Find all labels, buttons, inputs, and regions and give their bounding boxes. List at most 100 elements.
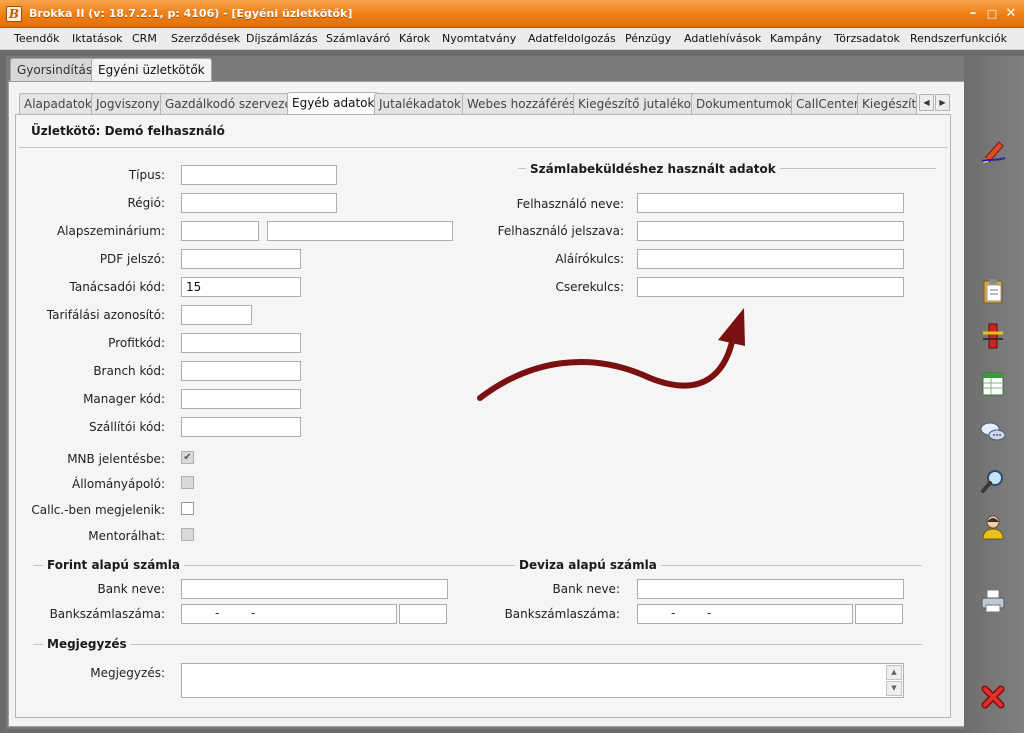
pdf-jelszo-input[interactable]: [181, 249, 301, 269]
label-alapszeminarium: Alapszeminárium:: [56, 224, 165, 238]
menu-torzsadatok[interactable]: Törzsadatok: [834, 32, 900, 45]
megjegyzes-textarea[interactable]: [181, 663, 904, 698]
menu-adatfeldolgozas[interactable]: Adatfeldolgozás: [528, 32, 616, 45]
tipus-input[interactable]: [181, 165, 337, 185]
forint-account-suffix-input[interactable]: [399, 604, 447, 624]
menu-dijszamlazas[interactable]: Díjszámlázás: [246, 32, 318, 45]
cserekulcs-input[interactable]: [637, 277, 904, 297]
forint-account-dash-2: -: [251, 606, 256, 620]
maximize-button[interactable]: □: [984, 6, 1000, 22]
menu-nyomtatvany[interactable]: Nyomtatvány: [442, 32, 516, 45]
menu-adatlehivasok[interactable]: Adatlehívások: [684, 32, 761, 45]
menu-penzugy[interactable]: Pénzügy: [625, 32, 671, 45]
label-tanacsadoi-kod: Tanácsadói kód:: [69, 280, 166, 294]
menu-szerzodesek[interactable]: Szerződések: [171, 32, 240, 45]
felhasznalo-neve-input[interactable]: [637, 193, 904, 213]
label-forint-account: Bankszámlaszáma:: [49, 607, 165, 621]
label-deviza-account: Bankszámlaszáma:: [504, 607, 620, 621]
chat-icon[interactable]: [979, 418, 1007, 446]
menu-kampany[interactable]: Kampány: [770, 32, 822, 45]
magnifier-icon[interactable]: [979, 467, 1007, 495]
ruler-icon[interactable]: [979, 322, 1007, 350]
title-bar: B Brokka II (v: 18.7.2.1, p: 4106) - [Eg…: [0, 0, 1024, 28]
label-megjegyzes: Megjegyzés:: [90, 666, 165, 680]
tab-egyeni-uzletkotok[interactable]: Egyéni üzletkötők: [91, 58, 212, 83]
window-title: Brokka II (v: 18.7.2.1, p: 4106) - [Egyé…: [29, 7, 353, 20]
annotation-arrow-icon: [477, 308, 745, 401]
mentoralhat-checkbox[interactable]: [181, 528, 194, 541]
tab-gyorsinditas[interactable]: Gyorsindítás: [10, 58, 100, 82]
label-regio: Régió:: [127, 196, 165, 210]
label-cserekulcs: Cserekulcs:: [555, 280, 624, 294]
subtab-jogviszony[interactable]: Jogviszony: [91, 93, 165, 114]
minimize-button[interactable]: –: [965, 6, 981, 22]
notes-scroll-down-icon[interactable]: ▼: [886, 681, 902, 696]
menu-rendszerfunkciok[interactable]: Rendszerfunkciók: [910, 32, 1007, 45]
callc-checkbox[interactable]: [181, 502, 194, 515]
close-window-button[interactable]: ✕: [1003, 6, 1019, 22]
printer-icon[interactable]: [979, 587, 1007, 615]
szallitoi-input[interactable]: [181, 417, 301, 437]
allomanyapolo-checkbox[interactable]: [181, 476, 194, 489]
subtab-dokumentumok[interactable]: Dokumentumok: [691, 93, 797, 114]
label-pdf-jelszo: PDF jelszó:: [99, 252, 165, 266]
tab-scroll-right-icon[interactable]: ▶: [935, 94, 950, 111]
deviza-account-dash-1: -: [671, 606, 676, 620]
subtab-kiegeszito[interactable]: Kiegészítő: [857, 93, 917, 114]
label-mentor: Mentorálhat:: [88, 529, 165, 543]
subtab-webes-hozzaferes[interactable]: Webes hozzáférés: [462, 93, 581, 114]
user-icon[interactable]: [979, 513, 1007, 541]
forint-account-dash-1: -: [215, 606, 220, 620]
forint-bank-input[interactable]: [181, 579, 448, 599]
subtab-alapadatok[interactable]: Alapadatok: [19, 93, 97, 114]
tanacsadoi-kod-input[interactable]: 15: [181, 277, 301, 297]
tarifalasi-input[interactable]: [181, 305, 252, 325]
deviza-bank-input[interactable]: [637, 579, 904, 599]
pencil-icon[interactable]: [979, 136, 1007, 164]
subtab-jutalekadatok[interactable]: Jutalékadatok: [374, 93, 466, 114]
subtab-callcenter[interactable]: CallCenter: [791, 93, 864, 114]
forint-account-input[interactable]: [181, 604, 397, 624]
agent-title: Üzletkötő: Demó felhasználó: [31, 124, 225, 138]
alapszeminarium-date-input[interactable]: [181, 221, 259, 241]
menu-iktatasok[interactable]: Iktatások: [72, 32, 123, 45]
menu-teendok[interactable]: Teendők: [14, 32, 59, 45]
deviza-account-suffix-input[interactable]: [855, 604, 903, 624]
profitkod-input[interactable]: [181, 333, 301, 353]
label-mnb: MNB jelentésbe:: [67, 452, 165, 466]
label-allomany: Állományápoló:: [72, 477, 165, 491]
notes-scroll-up-icon[interactable]: ▲: [886, 665, 902, 680]
menu-crm[interactable]: CRM: [132, 32, 157, 45]
branch-input[interactable]: [181, 361, 301, 381]
notes-section-line: [33, 644, 922, 645]
label-manager: Manager kód:: [83, 392, 165, 406]
label-szallitoi: Szállítói kód:: [89, 420, 165, 434]
notes-section-title: Megjegyzés: [43, 637, 131, 651]
clipboard-icon[interactable]: [979, 277, 1007, 305]
spreadsheet-icon[interactable]: [979, 370, 1007, 398]
alairokulcs-input[interactable]: [637, 249, 904, 269]
forint-section-title: Forint alapú számla: [43, 558, 185, 572]
label-callc: Callc.-ben megjelenik:: [31, 503, 165, 517]
subtab-gazdalkodo[interactable]: Gazdálkodó szervezet: [160, 93, 302, 114]
felhasznalo-jelszava-input[interactable]: [637, 221, 904, 241]
label-felhasznalo-neve: Felhasználó neve:: [516, 197, 624, 211]
mnb-checkbox[interactable]: ✔: [181, 451, 194, 464]
label-alairokulcs: Aláírókulcs:: [555, 252, 624, 266]
close-x-icon[interactable]: [979, 683, 1007, 711]
alapszeminarium-text-input[interactable]: [267, 221, 453, 241]
label-tipus: Típus:: [128, 168, 165, 182]
app-logo-icon: B: [6, 6, 22, 22]
manager-input[interactable]: [181, 389, 301, 409]
label-profitkod: Profitkód:: [108, 336, 165, 350]
regio-input[interactable]: [181, 193, 337, 213]
menu-szamlavaro[interactable]: Számlaváró: [326, 32, 390, 45]
deviza-section-title: Deviza alapú számla: [515, 558, 661, 572]
label-tarifalasi: Tarifálási azonosító:: [46, 308, 165, 322]
invoice-section-title: Számlabeküldéshez használt adatok: [526, 162, 780, 176]
subtab-kiegeszito-jutalekok[interactable]: Kiegészítő jutalékok: [573, 93, 703, 114]
deviza-account-input[interactable]: [637, 604, 853, 624]
tab-scroll-left-icon[interactable]: ◀: [919, 94, 934, 111]
menu-karok[interactable]: Károk: [399, 32, 430, 45]
subtab-egyeb-adatok[interactable]: Egyéb adatok: [287, 92, 380, 114]
